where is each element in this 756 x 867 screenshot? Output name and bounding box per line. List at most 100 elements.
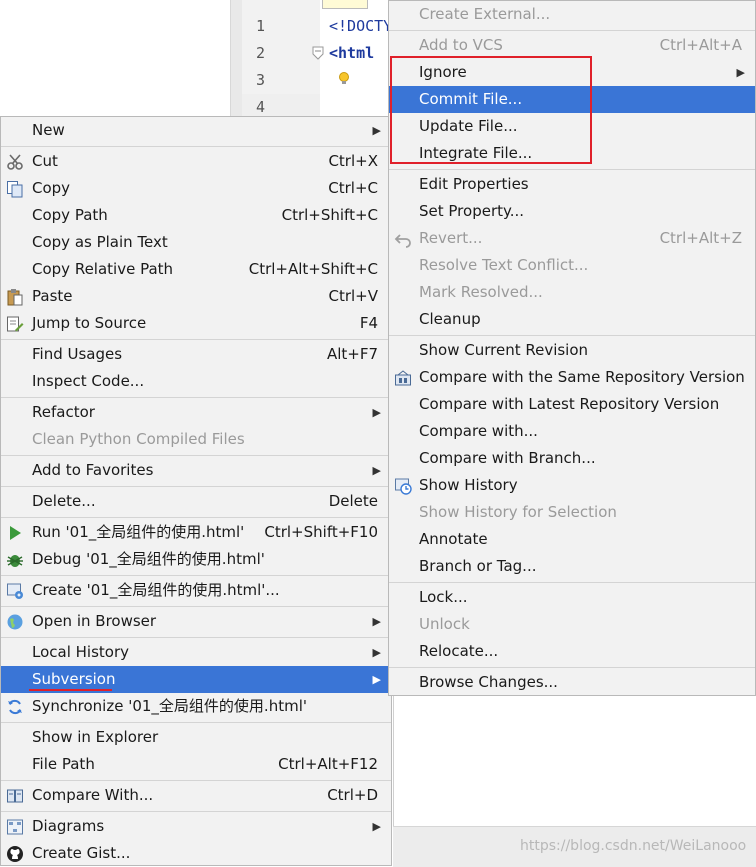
menu-item-compare-same-repo[interactable]: Compare with the Same Repository Version [389, 364, 755, 391]
debug-bug-icon [6, 551, 24, 569]
menu-item-copy[interactable]: Copy Ctrl+C [1, 175, 391, 202]
menu-item-show-current-revision[interactable]: Show Current Revision [389, 337, 755, 364]
menu-item-unlock: Unlock [419, 615, 470, 633]
paste-icon [6, 288, 24, 306]
sync-icon [6, 698, 24, 716]
menu-item-show-in-explorer[interactable]: Show in Explorer [1, 724, 391, 751]
menu-separator [1, 455, 391, 456]
menu-item-compare-with[interactable]: Compare With... Ctrl+D [1, 782, 391, 809]
menu-item-create-gist[interactable]: Create Gist... [1, 840, 391, 867]
scissors-icon [6, 153, 24, 171]
menu-item-inspect-code[interactable]: Inspect Code... [1, 368, 391, 395]
menu-separator [1, 397, 391, 398]
copy-icon [6, 180, 24, 198]
menu-separator [1, 722, 391, 723]
menu-item-debug[interactable]: Debug '01_全局组件的使用.html' [1, 546, 391, 573]
line-number: 2 [256, 44, 266, 62]
submenu-arrow-icon: ▶ [372, 673, 381, 686]
history-icon [394, 477, 412, 495]
menu-item-find-usages[interactable]: Find Usages Alt+F7 [1, 341, 391, 368]
menu-separator [1, 606, 391, 607]
menu-separator [1, 575, 391, 576]
code-line-doctype: <!DOCTY [329, 17, 393, 35]
annotation-highlight-box [390, 56, 592, 164]
menu-separator [389, 582, 755, 583]
menu-item-open-in-browser[interactable]: Open in Browser ▶ [1, 608, 391, 635]
menu-item-mark-resolved: Mark Resolved... [419, 283, 543, 301]
diagram-icon [6, 818, 24, 836]
menu-item-file-path[interactable]: File Path Ctrl+Alt+F12 [1, 751, 391, 778]
menu-item-diagrams[interactable]: Diagrams ▶ [1, 813, 391, 840]
revert-icon [394, 230, 412, 248]
menu-item-clean-python: Clean Python Compiled Files [32, 430, 245, 448]
menu-separator [389, 169, 755, 170]
compare-repository-icon [394, 369, 412, 387]
menu-item-copy-relative-path[interactable]: Copy Relative Path Ctrl+Alt+Shift+C [1, 256, 391, 283]
submenu-arrow-icon: ▶ [736, 66, 745, 79]
submenu-arrow-icon: ▶ [372, 820, 381, 833]
submenu-arrow-icon: ▶ [372, 464, 381, 477]
menu-item-create-external: Create External... [419, 5, 551, 23]
menu-item-browse-changes[interactable]: Browse Changes... [389, 669, 755, 696]
menu-separator [1, 517, 391, 518]
context-menu: New ▶ Cut Ctrl+X Copy Ctrl+C Copy Path C… [0, 116, 392, 866]
lightbulb-icon[interactable] [338, 72, 350, 86]
menu-separator [1, 339, 391, 340]
edit-source-icon [6, 315, 24, 333]
menu-item-compare-with-branch[interactable]: Compare with Branch... [389, 445, 755, 472]
menu-item-revert: Revert... Ctrl+Alt+Z [389, 225, 755, 252]
menu-item-create-run-config[interactable]: Create '01_全局组件的使用.html'... [1, 577, 391, 604]
menu-separator [1, 637, 391, 638]
menu-item-paste[interactable]: Paste Ctrl+V [1, 283, 391, 310]
menu-item-run[interactable]: Run '01_全局组件的使用.html' Ctrl+Shift+F10 [1, 519, 391, 546]
menu-item-compare-with[interactable]: Compare with... [389, 418, 755, 445]
menu-item-lock[interactable]: Lock... [389, 584, 755, 611]
menu-separator [1, 811, 391, 812]
menu-item-copy-plain-text[interactable]: Copy as Plain Text [1, 229, 391, 256]
menu-separator [1, 486, 391, 487]
menu-item-synchronize[interactable]: Synchronize '01_全局组件的使用.html' [1, 693, 391, 720]
menu-item-copy-path[interactable]: Copy Path Ctrl+Shift+C [1, 202, 391, 229]
submenu-arrow-icon: ▶ [372, 406, 381, 419]
menu-item-branch-or-tag[interactable]: Branch or Tag... [389, 553, 755, 580]
run-icon [6, 524, 24, 542]
menu-item-add-to-favorites[interactable]: Add to Favorites ▶ [1, 457, 391, 484]
run-config-icon [6, 582, 24, 600]
background-panel [393, 696, 756, 826]
compare-icon [6, 787, 24, 805]
menu-separator [1, 146, 391, 147]
menu-item-show-history-selection: Show History for Selection [419, 503, 617, 521]
subversion-annotation-underline [29, 689, 112, 691]
menu-separator [1, 780, 391, 781]
menu-item-resolve-text-conflict: Resolve Text Conflict... [419, 256, 589, 274]
menu-item-jump-to-source[interactable]: Jump to Source F4 [1, 310, 391, 337]
menu-item-new[interactable]: New ▶ [1, 117, 391, 144]
editor-blank-area [0, 0, 230, 116]
menu-item-set-property[interactable]: Set Property... [389, 198, 755, 225]
line-number: 1 [256, 17, 266, 35]
menu-item-annotate[interactable]: Annotate [389, 526, 755, 553]
github-icon [6, 845, 24, 863]
menu-item-delete[interactable]: Delete... Delete [1, 488, 391, 515]
menu-item-cleanup[interactable]: Cleanup [389, 306, 755, 333]
menu-item-cut[interactable]: Cut Ctrl+X [1, 148, 391, 175]
menu-item-edit-properties[interactable]: Edit Properties [389, 171, 755, 198]
menu-item-refactor[interactable]: Refactor ▶ [1, 399, 391, 426]
fold-marker-icon[interactable] [312, 46, 324, 60]
submenu-arrow-icon: ▶ [372, 615, 381, 628]
line-number: 3 [256, 71, 266, 89]
menu-item-relocate[interactable]: Relocate... [389, 638, 755, 665]
menu-item-compare-latest-repo[interactable]: Compare with Latest Repository Version [389, 391, 755, 418]
code-line-html: <html [329, 44, 375, 62]
menu-separator [389, 30, 755, 31]
menu-item-show-history[interactable]: Show History [389, 472, 755, 499]
submenu-arrow-icon: ▶ [372, 646, 381, 659]
menu-item-add-to-vcs: Add to VCS Ctrl+Alt+A [419, 36, 742, 54]
menu-item-local-history[interactable]: Local History ▶ [1, 639, 391, 666]
menu-separator [389, 667, 755, 668]
submenu-arrow-icon: ▶ [372, 124, 381, 137]
watermark: https://blog.csdn.net/WeiLanooo [520, 838, 747, 854]
line-number: 4 [256, 98, 266, 116]
globe-icon [6, 613, 24, 631]
editor-tooltip-edge [322, 0, 368, 9]
